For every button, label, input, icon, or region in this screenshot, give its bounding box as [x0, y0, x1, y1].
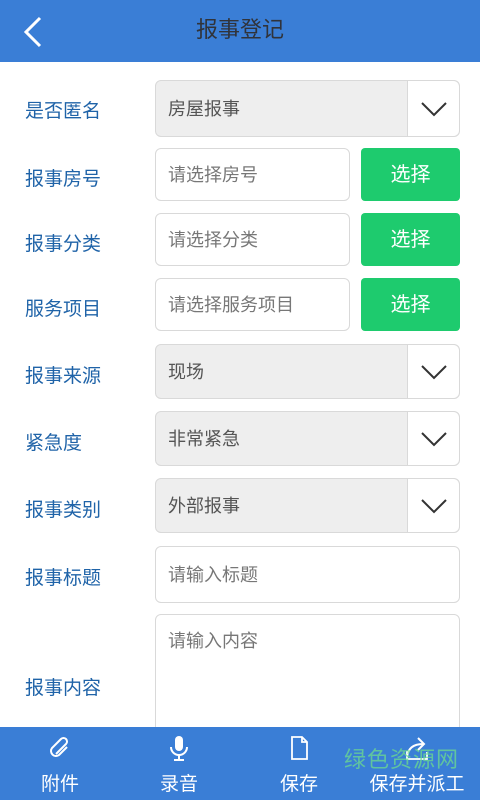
urgency-value: 非常紧急 [168, 429, 240, 450]
urgency-label: 紧急度 [25, 432, 83, 454]
category-label: 报事分类 [25, 233, 102, 255]
microphone-icon [170, 736, 188, 761]
source-select[interactable]: 现场 [155, 344, 460, 399]
paperclip-icon [50, 736, 69, 757]
chevron-down-icon [420, 498, 447, 513]
type-label: 报事类别 [25, 499, 102, 521]
chevron-down-icon [420, 431, 447, 446]
header-bar: 报事登记 [0, 0, 480, 62]
save-label: 保存 [279, 773, 318, 795]
type-dropdown-toggle[interactable] [407, 479, 459, 532]
service-select-button[interactable]: 选择 [361, 278, 460, 331]
document-icon [291, 736, 308, 760]
room-label: 报事房号 [25, 168, 102, 190]
chevron-left-icon [23, 16, 42, 48]
attach-button[interactable]: 附件 [5, 727, 115, 800]
category-input[interactable]: 请选择分类 [155, 213, 350, 266]
service-input[interactable]: 请选择服务项目 [155, 278, 350, 331]
anonymous-select[interactable]: 房屋报事 [155, 80, 460, 137]
source-dropdown-toggle[interactable] [407, 345, 459, 398]
anonymous-label: 是否匿名 [25, 100, 102, 122]
content-placeholder: 请输入内容 [168, 631, 258, 652]
room-select-button[interactable]: 选择 [361, 148, 460, 201]
title-input[interactable]: 请输入标题 [155, 546, 460, 603]
chevron-down-icon [420, 101, 447, 116]
chevron-down-icon [420, 364, 447, 379]
anonymous-dropdown-toggle[interactable] [407, 81, 459, 136]
category-placeholder: 请选择分类 [168, 230, 258, 251]
watermark-text: 绿色资源网 [344, 748, 460, 773]
type-value: 外部报事 [168, 496, 240, 517]
page-title: 报事登记 [195, 18, 284, 43]
title-label: 报事标题 [25, 567, 102, 589]
service-label: 服务项目 [25, 298, 102, 320]
source-value: 现场 [168, 362, 204, 383]
save-button[interactable]: 保存 [244, 727, 354, 800]
record-button[interactable]: 录音 [124, 727, 234, 800]
urgency-dropdown-toggle[interactable] [407, 412, 459, 465]
content-textarea[interactable]: 请输入内容 [155, 614, 460, 744]
room-input[interactable]: 请选择房号 [155, 148, 350, 201]
room-placeholder: 请选择房号 [168, 165, 258, 186]
urgency-select[interactable]: 非常紧急 [155, 411, 460, 466]
anonymous-value: 房屋报事 [168, 99, 240, 120]
record-label: 录音 [159, 773, 198, 795]
source-label: 报事来源 [25, 365, 102, 387]
back-button[interactable] [12, 12, 52, 52]
category-select-button[interactable]: 选择 [361, 213, 460, 266]
title-placeholder: 请输入标题 [168, 565, 258, 586]
service-placeholder: 请选择服务项目 [168, 295, 294, 316]
content-label: 报事内容 [25, 677, 102, 699]
attach-label: 附件 [40, 773, 79, 795]
type-select[interactable]: 外部报事 [155, 478, 460, 533]
